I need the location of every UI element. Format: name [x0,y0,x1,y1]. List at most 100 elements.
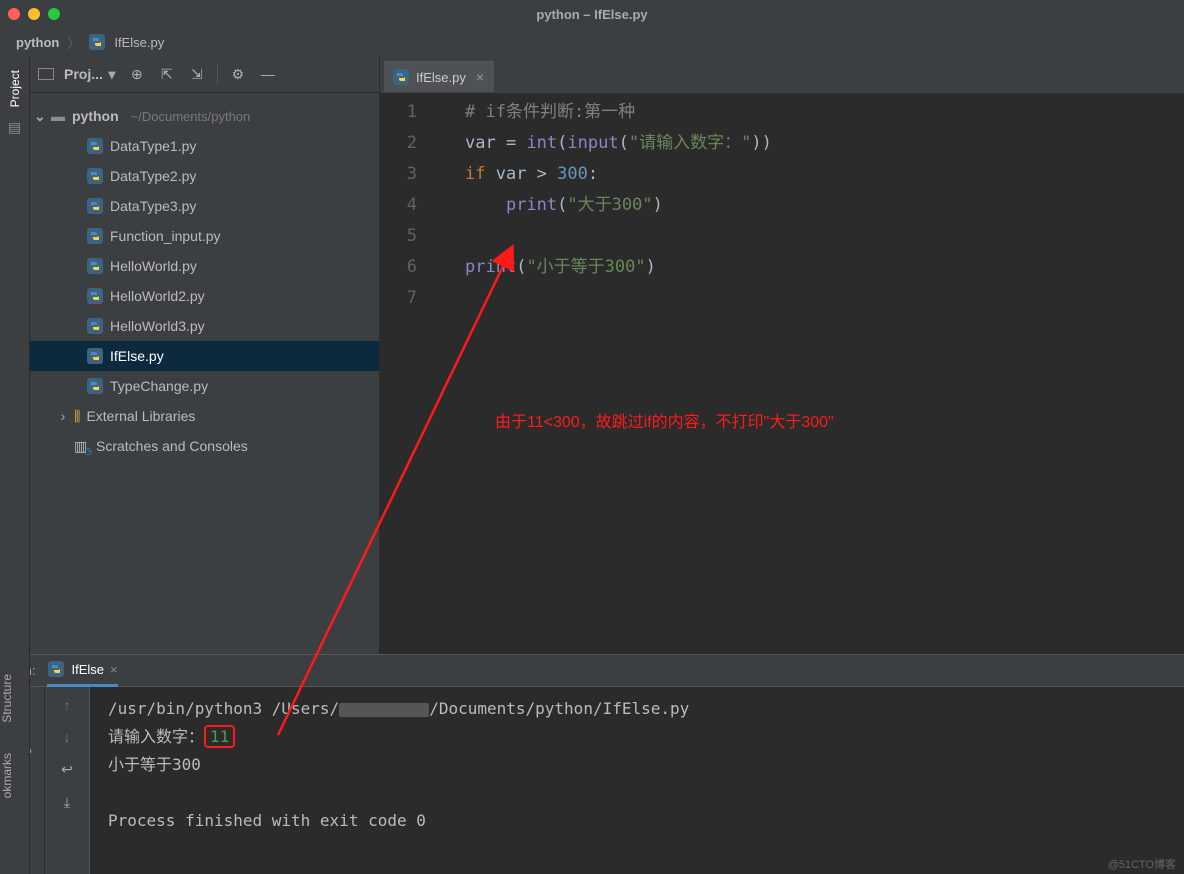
file-name: HelloWorld.py [110,258,197,274]
code-comment: # if条件判断:第一种 [465,102,635,122]
code-token: 300 [557,164,588,184]
project-label: Project [8,70,22,107]
code-token: > [526,164,557,184]
code-token: var [496,164,527,184]
file-name: DataType2.py [110,168,196,184]
root-path: ~/Documents/python [131,109,251,124]
up-arrow-icon[interactable]: ↑ [64,697,71,713]
annotation-text: 由于11<300，故跳过if的内容，不打印"大于300" [495,407,834,438]
project-view-icon [38,68,54,80]
code-token: ) [646,257,656,277]
external-libraries[interactable]: › ⫼ External Libraries [30,401,379,431]
python-file-icon [86,377,104,395]
maximize-window-icon[interactable] [48,8,60,20]
code-token: ( [557,195,567,215]
scratches-label: Scratches and Consoles [96,438,248,454]
tree-file-item[interactable]: HelloWorld.py [30,251,379,281]
tree-file-item[interactable]: DataType2.py [30,161,379,191]
bookmarks-tool-button[interactable]: okmarks [0,753,14,798]
chevron-right-icon: 〉 [67,33,80,52]
locate-icon[interactable]: ⊕ [127,64,147,84]
scratches[interactable]: ▥◷ Scratches and Consoles [30,431,379,461]
project-tool-button[interactable]: Project [8,70,22,107]
project-tree[interactable]: ⌄ ▬ python ~/Documents/python DataType1.… [30,93,379,469]
tree-file-item[interactable]: IfElse.py [30,341,379,371]
code-token: ) [653,195,663,215]
redacted-text [339,703,429,717]
console-line: 小于等于300 [108,751,1166,779]
gear-icon[interactable]: ⚙ [228,64,248,84]
python-file-icon [392,68,410,86]
tree-file-item[interactable]: HelloWorld3.py [30,311,379,341]
library-icon: ⫼ [74,408,80,425]
code-area[interactable]: 1234567 # if条件判断:第一种 var = int(input("请输… [380,93,1184,654]
console-line: 请输入数字：11 [108,723,1166,751]
folder-icon: ▤ [8,119,21,136]
expand-all-icon[interactable]: ⇱ [157,64,177,84]
chevron-right-icon[interactable]: › [58,408,68,424]
collapse-all-icon[interactable]: ⇲ [187,64,207,84]
tree-file-item[interactable]: TypeChange.py [30,371,379,401]
run-config-tab[interactable]: IfElse × [47,655,117,687]
root-name: python [72,108,119,124]
prompt-text: 请输入数字： [108,727,204,746]
breadcrumb-file[interactable]: IfElse.py [114,35,164,50]
code-token: = [496,133,527,153]
watermark: @51CTO博客 [1108,856,1176,872]
external-libraries-label: External Libraries [86,408,195,424]
run-toolbar-secondary: ↑ ↓ ↩ ⤓ [45,687,90,874]
editor-tab[interactable]: IfElse.py × [384,61,494,92]
tree-file-item[interactable]: DataType1.py [30,131,379,161]
close-tab-icon[interactable]: × [476,69,484,85]
project-panel: Proj...▾ ⊕ ⇱ ⇲ ⚙ — ⌄ ▬ python ~/Document… [30,56,380,654]
file-name: Function_input.py [110,228,221,244]
structure-label: Structure [0,674,14,723]
console-line: /usr/bin/python3 /Users//Documents/pytho… [108,695,1166,723]
close-icon[interactable]: × [110,662,118,677]
chevron-down-icon[interactable]: ⌄ [34,108,44,125]
scratches-icon: ▥◷ [74,438,90,455]
code-token: var [465,133,496,153]
tree-root[interactable]: ⌄ ▬ python ~/Documents/python [30,101,379,131]
titlebar: python – IfElse.py [0,0,1184,28]
dropdown-icon[interactable]: ▾ [107,66,117,83]
python-file-icon [88,33,106,51]
line-gutter: 1234567 [380,97,435,654]
down-arrow-icon[interactable]: ↓ [64,729,71,745]
line-number: 3 [380,159,417,190]
tab-label: IfElse.py [416,70,466,85]
line-number: 5 [380,221,417,252]
project-panel-title[interactable]: Proj... [64,66,103,82]
code-content[interactable]: # if条件判断:第一种 var = int(input("请输入数字：")) … [435,97,1184,654]
line-number: 2 [380,128,417,159]
python-file-icon [86,347,104,365]
console-output[interactable]: /usr/bin/python3 /Users//Documents/pytho… [90,687,1184,874]
bookmarks-label: okmarks [0,753,14,798]
file-name: HelloWorld2.py [110,288,205,304]
project-panel-header: Proj...▾ ⊕ ⇱ ⇲ ⚙ — [30,56,379,93]
tree-file-item[interactable]: DataType3.py [30,191,379,221]
console-line: Process finished with exit code 0 [108,807,1166,835]
folder-icon: ▬ [50,108,66,124]
tree-file-item[interactable]: Function_input.py [30,221,379,251]
code-token: if [465,164,496,184]
code-indent [465,195,506,215]
run-panel: Run: IfElse × ▶ 🔧 ↑ ↓ ↩ ⤓ /usr/bin/pytho… [0,654,1184,874]
tree-file-item[interactable]: HelloWorld2.py [30,281,379,311]
scroll-to-end-icon[interactable]: ⤓ [64,794,70,811]
code-token: print [506,195,557,215]
breadcrumb: python 〉 IfElse.py [0,28,1184,56]
python-file-icon [86,257,104,275]
python-file-icon [86,137,104,155]
close-window-icon[interactable] [8,8,20,20]
code-token: : [588,164,598,184]
code-token: ( [619,133,629,153]
breadcrumb-project[interactable]: python [16,35,59,50]
file-name: HelloWorld3.py [110,318,205,334]
structure-tool-button[interactable]: Structure [0,674,14,723]
code-token: ( [557,133,567,153]
minimize-window-icon[interactable] [28,8,40,20]
hide-panel-icon[interactable]: — [258,64,278,84]
editor-tabs: IfElse.py × [380,56,1184,93]
soft-wrap-icon[interactable]: ↩ [61,761,73,778]
